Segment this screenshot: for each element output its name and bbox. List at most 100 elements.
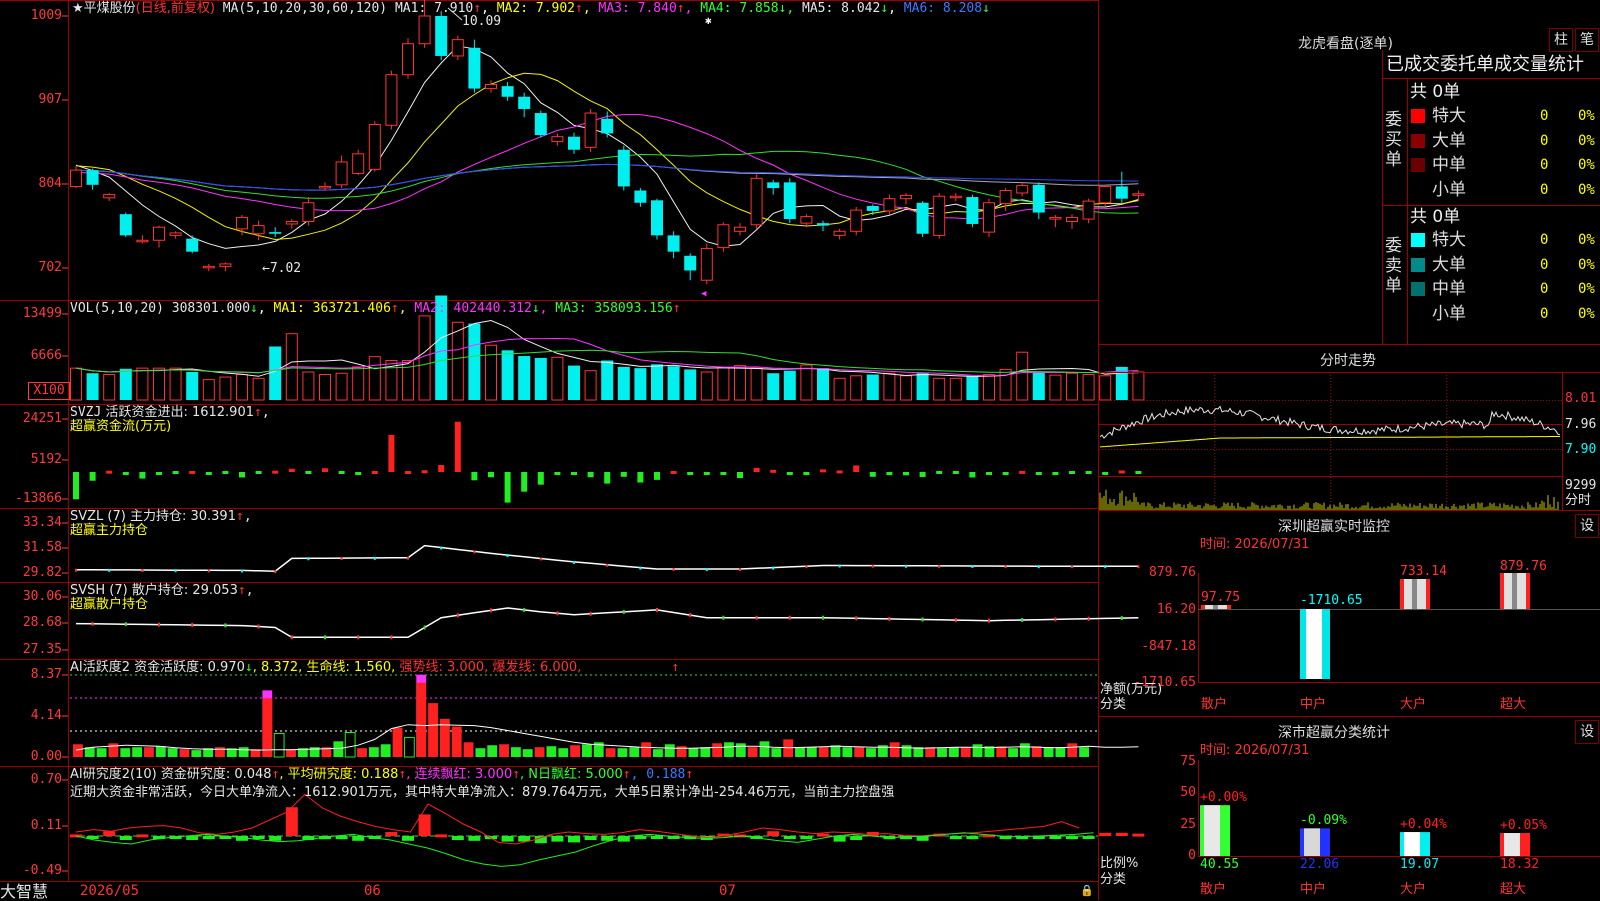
candle-body-up: [252, 225, 265, 235]
cls-category-1: 中户: [1300, 882, 1327, 897]
volume-bar-up: [584, 370, 597, 401]
ai-research-b: , 平均研究度: 0.188: [279, 767, 399, 782]
volume-bar-up: [983, 374, 995, 401]
order-row-name: 中单: [1432, 279, 1466, 299]
ai-tick-3: 0.00: [30, 749, 62, 764]
svzj-bar: [869, 472, 876, 477]
research-bar: [202, 836, 215, 840]
ma2-value: MA2: 7.902: [496, 1, 576, 16]
volume-header: VOL(5,10,20) 308301.000↓, MA1: 363721.40…: [70, 301, 681, 316]
order-color-swatch: [1411, 133, 1425, 148]
volume-bar-up: [717, 367, 730, 401]
main-header: ★平煤股份(日线,前复权) MA(5,10,20,30,60,120) MA1:…: [72, 1, 990, 16]
svzj-bar: [73, 472, 79, 500]
svsh-tick: [357, 635, 360, 640]
svsh-tick: [888, 616, 891, 621]
ai-bar: [132, 747, 143, 757]
svzl-tick: [606, 563, 609, 567]
candle-body-up: [385, 74, 398, 126]
y-tick-804: 804: [38, 176, 62, 191]
fs-tick-3: 7.90: [1565, 442, 1597, 457]
ai-active-d: ↑: [671, 660, 680, 675]
svzl-tick: [938, 564, 941, 568]
candle-body-up: [883, 198, 896, 212]
ai-bar: [830, 745, 841, 757]
ai-bar-lower: [416, 682, 427, 757]
order-row-percent: 0%: [1578, 108, 1595, 124]
volume-bar-down: [468, 323, 481, 400]
ai-bar: [700, 747, 711, 757]
order-row-percent: 0%: [1578, 281, 1595, 297]
svzj-bar: [604, 472, 611, 484]
svzl-tick: [340, 557, 343, 561]
rs-tick-3: -0.49: [22, 863, 62, 878]
svzj-bar: [753, 467, 760, 472]
svzl-tick: [440, 546, 443, 550]
ai-bar: [818, 747, 829, 757]
volume-bar-down: [966, 376, 979, 400]
ai-research-d: , N日飘红: 5.000: [520, 767, 623, 782]
period-mode[interactable]: (日线,前复权): [136, 1, 215, 16]
svzj-bar: [620, 472, 627, 477]
y-tick-907: 907: [38, 92, 62, 107]
svzj-bar: [986, 472, 992, 475]
candle-body-down: [1032, 184, 1045, 213]
order-row-count: 0: [1540, 305, 1549, 322]
buy-total: 共 0单: [1410, 82, 1461, 102]
volume-bar-up: [368, 356, 381, 401]
research-bar: [1132, 833, 1145, 837]
svzl-line: [75, 544, 1140, 574]
chart-canvas[interactable]: ◀ ✱: [0, 0, 1600, 900]
ai-bar: [120, 748, 131, 757]
candle-body-up: [750, 177, 763, 226]
svzj-bar: [205, 472, 212, 475]
volume-bar-down: [1032, 372, 1045, 400]
lock-icon[interactable]: 🔒: [1080, 884, 1094, 897]
rt-category-2: 大户: [1400, 697, 1427, 712]
ai-bar: [215, 747, 225, 757]
svsh-tick: [822, 615, 824, 620]
class-settings-button[interactable]: 设: [1575, 720, 1599, 744]
svzj-bar: [786, 472, 793, 475]
volume-bar-up: [352, 366, 365, 401]
vol-unit-box[interactable]: X100: [28, 382, 70, 400]
candle-body-up: [285, 221, 298, 225]
svsh-tick: [124, 622, 127, 627]
rt-category-1: 中户: [1300, 697, 1327, 712]
volume-bar-up: [734, 365, 746, 401]
candle-body-down: [601, 118, 614, 134]
svsh-tick: [490, 608, 492, 613]
candle-body-up: [734, 226, 746, 232]
cls-pct-2: +0.04%: [1400, 817, 1447, 833]
rt-ylabel: 净额(万元): [1100, 682, 1163, 697]
candle-body-down: [501, 86, 514, 97]
volume-bar-up: [949, 377, 962, 401]
svzj-bar: [737, 472, 743, 479]
tick-mode-button[interactable]: 笔: [1575, 28, 1599, 52]
candle-body-down: [617, 149, 630, 187]
ai-research-a: 资金研究度: 0.048: [156, 767, 272, 782]
ai-activity-bars: [73, 674, 1139, 758]
svzj-tick-1: 24251: [22, 411, 62, 426]
ai-bar: [1019, 743, 1030, 757]
buy-order-label: 委买单: [1385, 110, 1402, 170]
bar-mode-button[interactable]: 柱: [1549, 28, 1573, 52]
realtime-monitor-title: 深圳超赢实时监控: [1278, 519, 1390, 535]
ai-research-d-arrow: ↑: [622, 767, 631, 782]
stock-name[interactable]: ★平煤股份: [72, 1, 136, 16]
order-row-percent: 0%: [1578, 232, 1595, 248]
svzj-bar: [106, 470, 113, 474]
ai-bar: [641, 742, 652, 757]
candle-body-up: [136, 239, 149, 243]
svsh-tick: [988, 618, 990, 623]
cls-value-2: 19.07: [1400, 857, 1440, 872]
research-bar: [252, 836, 265, 839]
ai-research-header: AI研究度2(10) 资金研究度: 0.048 ↑ , 平均研究度: 0.188 ↑,…: [70, 768, 693, 782]
candle-body-up: [949, 195, 962, 199]
realtime-settings-button[interactable]: 设: [1575, 514, 1599, 538]
order-row-count: 0: [1540, 256, 1549, 273]
order-color-swatch: [1411, 109, 1425, 123]
order-row-count: 0: [1540, 132, 1549, 149]
ai-research-c: , 连续飘红: 3.000: [406, 767, 513, 782]
volume-bar-down: [617, 366, 630, 400]
